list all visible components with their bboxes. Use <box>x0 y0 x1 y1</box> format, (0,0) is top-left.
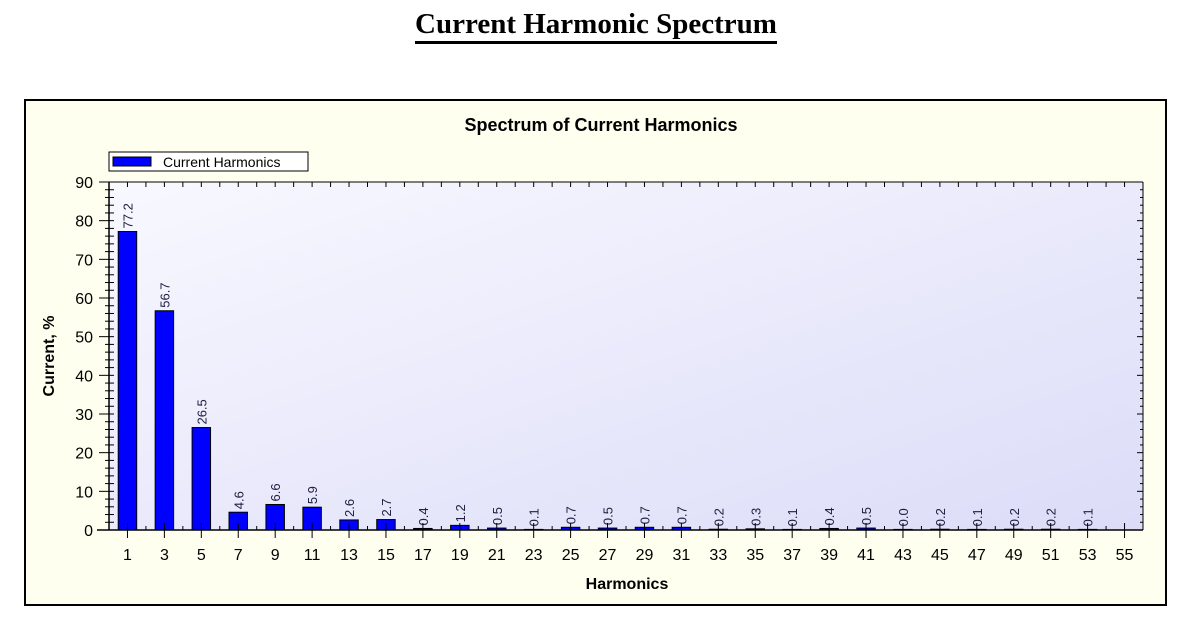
y-tick-label: 40 <box>75 368 93 385</box>
bar-label-h25: 0.7 <box>564 506 579 524</box>
x-tick-label: 17 <box>414 547 432 564</box>
bar-label-h3: 56.7 <box>157 282 172 307</box>
x-tick-label: 27 <box>599 547 617 564</box>
bar-label-h1: 77.2 <box>120 203 135 228</box>
bar-label-h11: 5.9 <box>305 486 320 504</box>
x-tick-label: 25 <box>562 547 580 564</box>
x-tick-label: 29 <box>636 547 654 564</box>
chart-title: Spectrum of Current Harmonics <box>464 115 737 135</box>
bar-label-h5: 26.5 <box>194 399 209 424</box>
x-tick-label: 15 <box>377 547 395 564</box>
bar-h1 <box>117 230 138 531</box>
bar-label-h13: 2.6 <box>342 499 357 517</box>
y-tick-label: 30 <box>75 407 93 424</box>
bar-label-h19: 1.2 <box>453 504 468 522</box>
bar-label-h21: 0.5 <box>490 507 505 525</box>
x-tick-labels: 1 3 5 7 9 11 13 15 17 19 21 23 25 27 29 31 33 35 37 39 41 43 4… <box>123 547 1134 564</box>
y-tick-label: 0 <box>84 523 93 540</box>
x-tick-label: 39 <box>820 547 838 564</box>
plot-area <box>109 182 1143 530</box>
x-tick-label: 7 <box>234 547 243 564</box>
x-tick-label: 43 <box>894 547 912 564</box>
bar-label-h7: 4.6 <box>231 491 246 509</box>
x-tick-label: 33 <box>709 547 727 564</box>
harmonic-bar-chart: Spectrum of Current Harmonics Current Ha… <box>41 115 1144 593</box>
y-tick-label: 90 <box>75 175 93 192</box>
x-tick-label: 53 <box>1079 547 1097 564</box>
x-axis-label: Harmonics <box>586 576 669 593</box>
x-tick-label: 47 <box>968 547 986 564</box>
y-tick-label: 50 <box>75 330 93 347</box>
y-tick-labels: 0 10 20 30 40 50 60 70 80 90 <box>75 175 93 540</box>
bar-label-h39: 0.4 <box>822 507 837 525</box>
bar-h5 <box>191 427 212 531</box>
x-tick-label: 9 <box>271 547 280 564</box>
bar-label-h17: 0.4 <box>416 507 431 525</box>
x-tick-label: 51 <box>1042 547 1060 564</box>
bar-label-h31: 0.7 <box>674 506 689 524</box>
x-tick-label: 55 <box>1116 547 1134 564</box>
bar-h3 <box>154 310 175 531</box>
x-tick-label: 19 <box>451 547 469 564</box>
x-tick-label: 31 <box>672 547 690 564</box>
x-tick-label: 41 <box>857 547 875 564</box>
x-tick-label: 3 <box>160 547 169 564</box>
x-tick-label: 45 <box>931 547 949 564</box>
x-tick-label: 35 <box>746 547 764 564</box>
legend-swatch <box>112 156 152 167</box>
y-axis-label: Current, % <box>41 316 58 397</box>
y-tick-label: 60 <box>75 291 93 308</box>
y-tick-label: 20 <box>75 446 93 463</box>
legend-label: Current Harmonics <box>163 154 280 170</box>
y-tick-label: 10 <box>75 484 93 501</box>
y-tick-label: 80 <box>75 214 93 231</box>
y-tick-label: 70 <box>75 252 93 269</box>
legend: Current Harmonics <box>108 151 309 172</box>
bar-label-h9: 6.6 <box>268 483 283 501</box>
x-tick-label: 13 <box>340 547 358 564</box>
x-tick-label: 21 <box>488 547 506 564</box>
x-tick-label: 37 <box>783 547 801 564</box>
bar-label-h15: 2.7 <box>379 498 394 516</box>
bar-label-h29: 0.7 <box>637 506 652 524</box>
x-tick-label: 11 <box>304 547 321 564</box>
bar-label-h27: 0.5 <box>601 507 616 525</box>
x-tick-label: 5 <box>197 547 206 564</box>
x-tick-label: 1 <box>123 547 132 564</box>
x-tick-label: 49 <box>1005 547 1023 564</box>
bar-label-h41: 0.5 <box>859 507 874 525</box>
x-tick-label: 23 <box>525 547 543 564</box>
